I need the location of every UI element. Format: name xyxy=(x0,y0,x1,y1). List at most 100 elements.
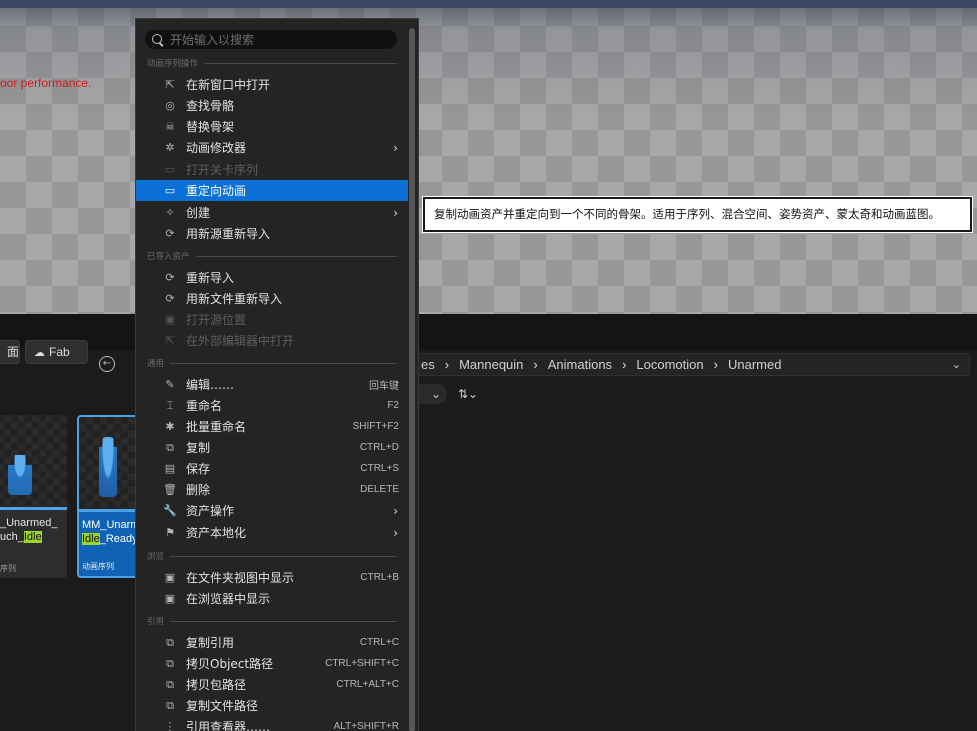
section-anim-seq: 动画序列操作 xyxy=(147,57,397,69)
menu-item-label: 保存 xyxy=(186,462,211,476)
section-label: 浏览 xyxy=(147,552,165,562)
menu-item-save[interactable]: ▤ 保存 CTRL+S xyxy=(136,458,408,479)
divider xyxy=(195,255,397,257)
toolbar-button-label: 面 xyxy=(6,345,19,359)
menu-item-batch-rename[interactable]: ✱ 批量重命名 SHIFT+F2 xyxy=(136,416,408,437)
breadcrumb: es › Mannequin › Animations › Locomotion… xyxy=(400,353,970,376)
menu-item-asset-localization[interactable]: ⚑ 资产本地化 › xyxy=(136,522,408,543)
menu-item-anim-modifiers[interactable]: ✲ 动画修改器 › xyxy=(136,137,408,158)
section-label: 已导入资产 xyxy=(147,252,190,262)
section-common: 通用 xyxy=(147,357,397,369)
shortcut-label: CTRL+D xyxy=(359,442,399,453)
modifier-icon: ✲ xyxy=(165,141,175,154)
menu-item-show-in-browser[interactable]: ▣ 在浏览器中显示 xyxy=(136,588,408,609)
menu-item-copy-reference[interactable]: ⧉ 复制引用 CTRL+C xyxy=(136,632,408,653)
menu-item-label: 动画修改器 xyxy=(186,141,247,155)
search-highlight: Idle xyxy=(82,533,100,545)
menu-item-label: 复制文件路径 xyxy=(186,699,259,713)
section-label: 引用 xyxy=(147,617,165,627)
shortcut-label: 回车键 xyxy=(369,381,399,392)
menu-item-reference-viewer[interactable]: ⋮ 引用查看器…… ALT+SHIFT+R xyxy=(136,716,408,731)
shortcut-label: SHIFT+F2 xyxy=(352,421,399,432)
divider xyxy=(170,555,397,557)
menu-item-label: 打开关卡序列 xyxy=(186,163,259,177)
search-input[interactable] xyxy=(170,32,390,47)
chevron-right-icon: › xyxy=(622,357,627,372)
retarget-icon: ▭ xyxy=(164,184,176,197)
folder-icon: ▣ xyxy=(164,313,176,326)
shortcut-label: CTRL+S xyxy=(360,463,399,474)
fab-button[interactable]: ☁ Fab xyxy=(25,340,88,364)
skeleton-icon: ☠ xyxy=(165,120,175,133)
chevron-right-icon: › xyxy=(393,503,398,518)
breadcrumb-item[interactable]: Animations xyxy=(548,357,612,372)
section-browse: 浏览 xyxy=(147,550,397,562)
menu-item-find-skeleton[interactable]: ◎ 查找骨骼 xyxy=(136,95,408,116)
menu-item-reimport-new-source[interactable]: ⟳ 用新源重新导入 xyxy=(136,223,408,244)
divider xyxy=(204,62,397,64)
copy-icon: ⧉ xyxy=(166,677,174,691)
menu-item-label: 打开源位置 xyxy=(186,313,247,327)
menu-item-open-source-location[interactable]: ▣ 打开源位置 xyxy=(136,309,408,330)
reimport-icon: ⟳ xyxy=(165,227,175,240)
chevron-right-icon: › xyxy=(444,357,450,372)
chevron-right-icon: › xyxy=(393,140,398,155)
trash-icon: 🗑 xyxy=(163,483,177,496)
menu-item-delete[interactable]: 🗑 删除 DELETE xyxy=(136,479,408,500)
menu-item-label: 批量重命名 xyxy=(186,420,247,434)
find-icon: ◎ xyxy=(165,99,175,112)
asset-type-label: 动画序列 xyxy=(82,562,114,571)
menu-item-open-external-editor[interactable]: ⇱ 在外部编辑器中打开 xyxy=(136,330,408,351)
menu-item-reimport-new-file[interactable]: ⟳ 用新文件重新导入 xyxy=(136,288,408,309)
breadcrumb-item[interactable]: Mannequin xyxy=(459,357,523,372)
wrench-icon: 🔧 xyxy=(163,504,177,517)
menu-item-duplicate[interactable]: ⧉ 复制 CTRL+D xyxy=(136,437,408,458)
breadcrumb-item[interactable]: Unarmed xyxy=(728,357,781,372)
menu-item-label: 在新窗口中打开 xyxy=(186,78,271,92)
menu-item-create[interactable]: ✧ 创建 › xyxy=(136,202,408,223)
history-back-icon[interactable]: ← xyxy=(99,356,115,372)
batch-rename-icon: ✱ xyxy=(165,420,175,433)
menu-scrollbar[interactable] xyxy=(409,28,415,731)
menu-item-replace-skeleton[interactable]: ☠ 替换骨架 xyxy=(136,116,408,137)
menu-item-label: 拷贝Object路径 xyxy=(186,657,274,671)
menu-item-copy-object-path[interactable]: ⧉ 拷贝Object路径 CTRL+SHIFT+C xyxy=(136,653,408,674)
save-icon: ▤ xyxy=(164,462,176,475)
menu-item-label: 复制 xyxy=(186,441,211,455)
menu-item-label: 重命名 xyxy=(186,399,223,413)
asset-name-line: _Unarmed_ xyxy=(0,517,58,529)
content-browser-toolbar-button[interactable]: 面 xyxy=(0,340,20,364)
fab-icon: ☁ xyxy=(34,347,45,359)
copy-icon: ⧉ xyxy=(166,635,174,649)
asset-name: _Unarmed_ uch_Idle xyxy=(0,510,67,544)
shortcut-label: CTRL+ALT+C xyxy=(336,679,399,690)
menu-item-copy-file-path[interactable]: ⧉ 复制文件路径 xyxy=(136,695,408,716)
section-label: 动画序列操作 xyxy=(147,59,199,69)
menu-item-edit[interactable]: ✎ 编辑…… 回车键 xyxy=(136,374,408,395)
fab-label: Fab xyxy=(49,345,70,359)
mannequin-figure xyxy=(8,455,32,495)
menu-item-retarget[interactable]: ▭ 重定向动画 xyxy=(136,180,408,201)
menu-item-show-in-folder[interactable]: ▣ 在文件夹视图中显示 CTRL+B xyxy=(136,567,408,588)
menu-item-label: 在文件夹视图中显示 xyxy=(186,571,295,585)
menu-item-label: 重新导入 xyxy=(186,271,235,285)
menu-item-copy-package-path[interactable]: ⧉ 拷贝包路径 CTRL+ALT+C xyxy=(136,674,408,695)
section-reference: 引用 xyxy=(147,615,397,627)
breadcrumb-item[interactable]: es xyxy=(421,357,435,372)
sort-icon[interactable]: ⇅⌄ xyxy=(458,384,490,404)
open-external-icon: ⇱ xyxy=(165,334,175,347)
asset-type-label: 序列 xyxy=(0,564,16,573)
breadcrumb-item[interactable]: Locomotion xyxy=(636,357,703,372)
shortcut-label: F2 xyxy=(387,400,399,411)
menu-item-rename[interactable]: ⌶ 重命名 F2 xyxy=(136,395,408,416)
asset-tile-selected[interactable]: MM_Unarm Idle_Ready 动画序列 xyxy=(77,415,139,578)
menu-item-open-level-sequence[interactable]: ▭ 打开关卡序列 xyxy=(136,159,408,180)
menu-search[interactable] xyxy=(145,30,397,49)
menu-item-asset-actions[interactable]: 🔧 资产操作 › xyxy=(136,500,408,521)
asset-name: MM_Unarm Idle_Ready xyxy=(79,512,137,546)
asset-context-menu: 动画序列操作 ⇱ 在新窗口中打开 ◎ 查找骨骼 ☠ 替换骨架 ✲ 动画修改器 › ▭ 打开关… xyxy=(135,18,419,731)
menu-item-open-new-window[interactable]: ⇱ 在新窗口中打开 xyxy=(136,74,408,95)
menu-item-reimport[interactable]: ⟳ 重新导入 xyxy=(136,267,408,288)
asset-tile[interactable]: _Unarmed_ uch_Idle 序列 xyxy=(0,415,67,578)
chevron-down-icon[interactable]: ⌄ xyxy=(952,358,961,371)
